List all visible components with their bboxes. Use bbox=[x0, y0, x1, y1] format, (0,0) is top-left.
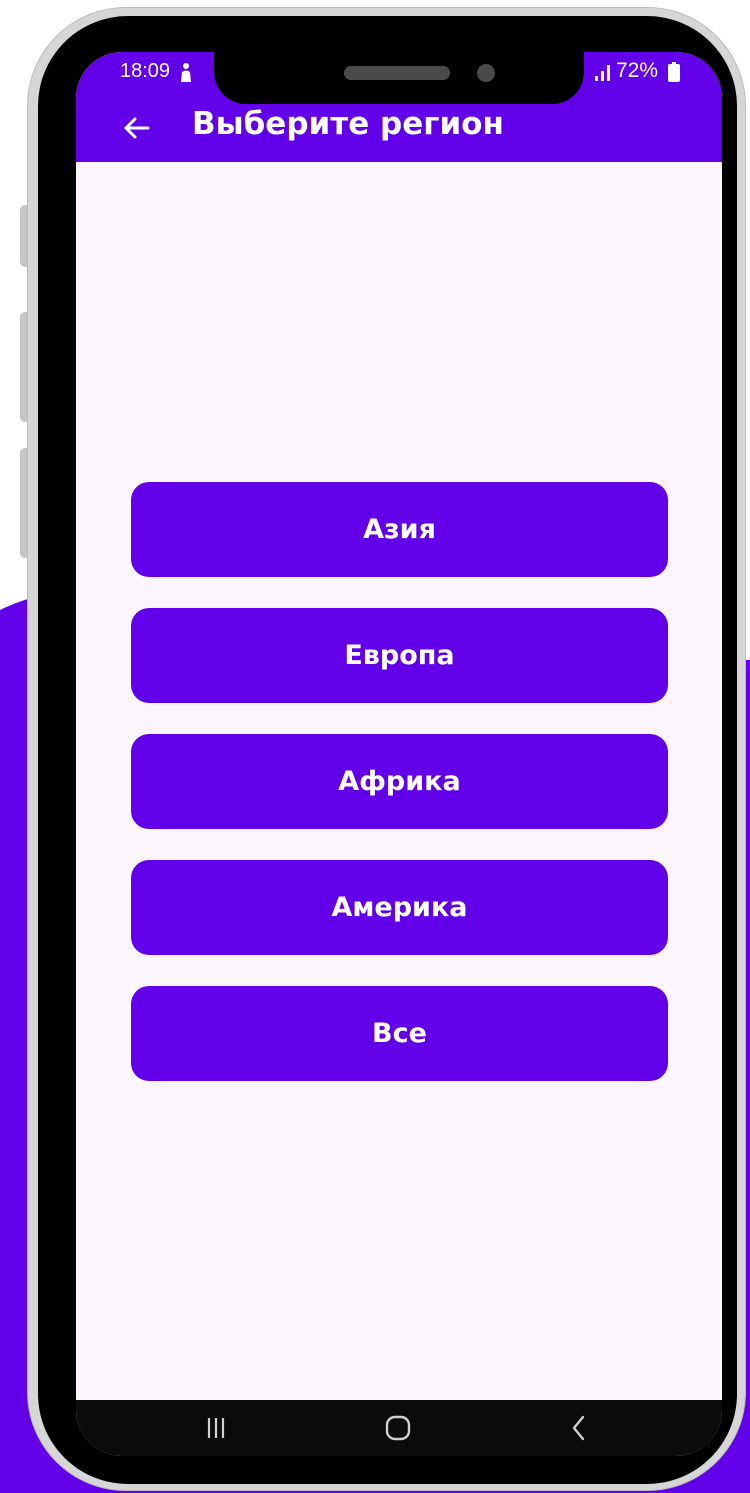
back-icon bbox=[572, 1415, 585, 1441]
region-button-europe[interactable]: Европа bbox=[131, 608, 668, 703]
region-button-africa[interactable]: Африка bbox=[131, 734, 668, 829]
person-icon bbox=[181, 63, 191, 82]
camera-notch bbox=[214, 52, 584, 104]
front-camera bbox=[477, 64, 495, 82]
back-button[interactable] bbox=[549, 1406, 609, 1450]
recent-apps-button[interactable] bbox=[186, 1406, 246, 1450]
region-list: Азия Европа Африка Америка Все bbox=[131, 482, 668, 1112]
device-mockup: 18:09 72% Выберите регион Азия Европа Аф… bbox=[0, 0, 750, 1493]
recent-apps-icon bbox=[207, 1418, 225, 1438]
app-bar: 18:09 72% Выберите регион bbox=[76, 52, 722, 162]
region-button-america[interactable]: Америка bbox=[131, 860, 668, 955]
battery-icon bbox=[668, 62, 680, 82]
battery-level: 72% bbox=[616, 59, 659, 82]
region-button-asia[interactable]: Азия bbox=[131, 482, 668, 577]
earpiece-speaker bbox=[344, 66, 450, 80]
home-icon bbox=[385, 1415, 411, 1441]
arrow-left-icon[interactable] bbox=[116, 108, 156, 148]
page-title: Выберите регион bbox=[192, 106, 504, 142]
signal-icon bbox=[595, 65, 610, 81]
status-time: 18:09 bbox=[120, 60, 171, 82]
home-button[interactable] bbox=[368, 1406, 428, 1450]
phone-screen: 18:09 72% Выберите регион Азия Европа Аф… bbox=[76, 52, 722, 1456]
region-button-all[interactable]: Все bbox=[131, 986, 668, 1081]
navigation-bar bbox=[76, 1400, 722, 1456]
